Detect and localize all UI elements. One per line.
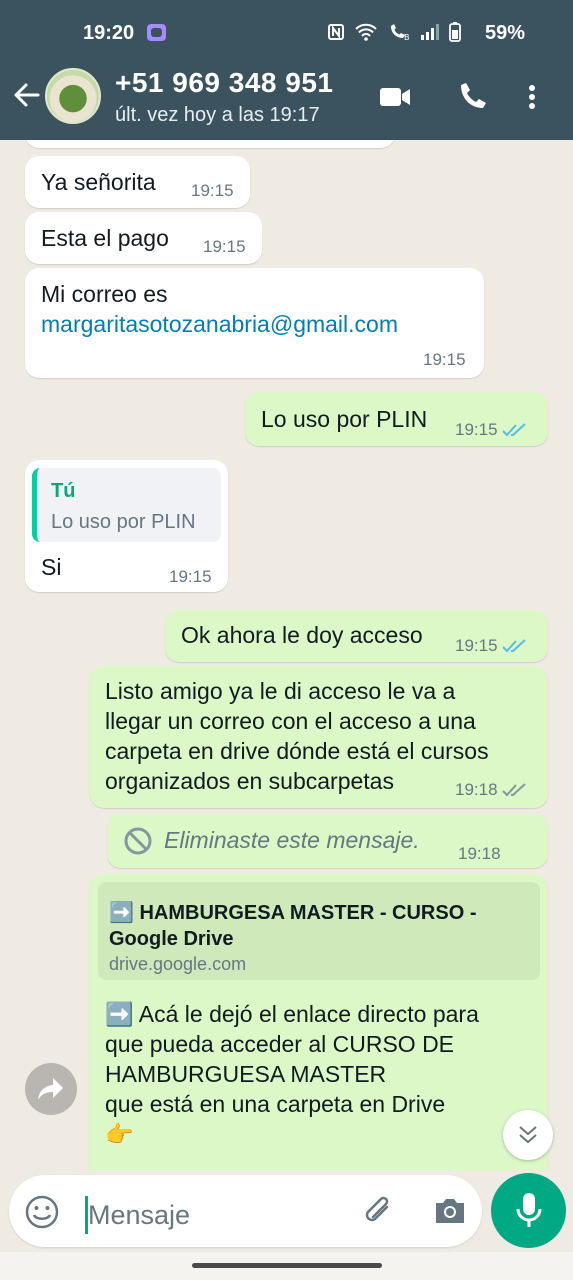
read-double-check-icon [501, 423, 526, 437]
message-line: ➡️ Acá le dejó el enlace directo para [105, 1001, 479, 1027]
chat-header: +51 969 348 951 últ. vez hoy a las 19:17 [0, 64, 573, 140]
avatar[interactable] [45, 68, 101, 124]
message-partial[interactable] [25, 140, 395, 148]
message-line: que pueda acceder al CURSO DE [105, 1031, 455, 1057]
message-outgoing[interactable]: Listo amigo ya le di acceso le va a lleg… [90, 666, 548, 808]
chat-area[interactable]: Ya señorita 19:15 Esta el pago 19:15 Mi … [0, 140, 573, 1170]
camera-icon[interactable] [432, 1195, 468, 1227]
signal-icon [421, 24, 439, 40]
message-text: Ok ahora le doy acceso [181, 622, 423, 648]
system-icons: B [327, 22, 461, 42]
message-text: Esta el pago [41, 225, 169, 251]
quoted-text: Lo uso por PLIN [51, 511, 196, 533]
voice-record-button[interactable] [491, 1173, 566, 1248]
message-text: Si [41, 554, 62, 580]
scroll-to-bottom-button[interactable] [503, 1110, 553, 1160]
link-preview-title: Google Drive [109, 928, 234, 950]
more-options-icon[interactable] [522, 82, 542, 112]
message-outgoing-link[interactable]: ➡️ HAMBURGESA MASTER - CURSO - Google Dr… [90, 874, 548, 1170]
message-input-box[interactable]: Mensaje [9, 1175, 482, 1247]
message-deleted[interactable]: Eliminaste este mensaje. 19:18 [107, 814, 548, 868]
nfc-icon [328, 24, 344, 40]
contact-name[interactable]: +51 969 348 951 [115, 67, 333, 99]
deleted-message-icon [124, 827, 152, 855]
message-text: Lo uso por PLIN [261, 406, 428, 432]
message-incoming[interactable]: Ya señorita 19:15 [25, 156, 250, 208]
message-input[interactable]: Mensaje [88, 1200, 190, 1231]
wifi-icon [355, 23, 377, 41]
quoted-author: Tú [51, 480, 76, 502]
phone-call-icon[interactable] [455, 82, 489, 112]
video-call-icon[interactable] [378, 82, 412, 112]
wifi-calling-icon: B [391, 24, 410, 41]
message-incoming-reply[interactable]: Tú Lo uso por PLIN Si 19:15 [25, 460, 228, 592]
message-incoming[interactable]: Mi correo es margaritasotozanabria@gmail… [25, 268, 484, 378]
message-line: llegar un correo con el acceso a una [105, 708, 476, 734]
message-time: 19:15 [203, 237, 246, 256]
message-time: 19:15 [455, 636, 498, 655]
message-outgoing[interactable]: Ok ahora le doy acceso 19:15 [165, 610, 548, 662]
message-time: 19:15 [423, 350, 466, 369]
link-preview-domain: drive.google.com [109, 954, 247, 974]
status-time: 19:20 [83, 22, 135, 44]
last-seen-status: últ. vez hoy a las 19:17 [115, 104, 320, 126]
message-time: 19:15 [455, 420, 498, 439]
battery-percentage: 59% [484, 22, 525, 44]
quoted-message[interactable]: Tú Lo uso por PLIN [32, 468, 221, 542]
message-line: HAMBURGUESA MASTER [105, 1061, 387, 1087]
message-text: Ya señorita [41, 169, 156, 195]
microphone-icon [516, 1193, 542, 1227]
message-time: 19:15 [191, 181, 234, 200]
message-text: Mi correo es [41, 281, 168, 307]
message-meta: 19:15 [455, 636, 528, 656]
message-line: Listo amigo ya le di acceso le va a [105, 678, 456, 704]
home-gesture-pill[interactable] [192, 1263, 382, 1268]
forward-button[interactable] [25, 1063, 77, 1115]
link-preview[interactable]: ➡️ HAMBURGESA MASTER - CURSO - Google Dr… [98, 882, 540, 980]
emoji-icon[interactable] [25, 1195, 59, 1229]
back-arrow-icon[interactable] [12, 80, 42, 110]
message-time: 19:18 [455, 780, 498, 799]
double-chevron-down-icon [519, 1126, 537, 1144]
message-outgoing[interactable]: Lo uso por PLIN 19:15 [245, 392, 548, 446]
delivered-double-check-icon [501, 783, 526, 797]
message-line: organizados en subcarpetas [105, 768, 394, 794]
link-preview-title: ➡️ HAMBURGESA MASTER - CURSO - [109, 902, 477, 924]
message-line: carpeta en drive dónde está el cursos [105, 738, 489, 764]
read-double-check-icon [501, 639, 526, 653]
message-meta: 19:18 [455, 780, 528, 800]
message-time: 19:15 [169, 567, 212, 586]
svg-text:B: B [404, 33, 410, 41]
message-body: Listo amigo ya le di acceso le va a lleg… [105, 676, 489, 796]
email-link[interactable]: margaritasotozanabria@gmail.com [41, 311, 398, 338]
attach-icon[interactable] [361, 1193, 397, 1229]
message-line: que está en una carpeta en Drive [105, 1091, 446, 1117]
message-incoming[interactable]: Esta el pago 19:15 [25, 212, 262, 264]
deleted-message-text: Eliminaste este mensaje. [164, 827, 420, 853]
forward-arrow-icon [38, 1078, 63, 1100]
message-time: 19:18 [458, 844, 501, 863]
message-body: ➡️ Acá le dejó el enlace directo para qu… [105, 999, 479, 1149]
battery-icon [449, 22, 461, 42]
screen-record-icon [147, 24, 166, 41]
message-meta: 19:15 [455, 420, 528, 440]
message-line: 👉 [105, 1121, 134, 1147]
status-bar: 19:20 B 59% [0, 0, 573, 64]
